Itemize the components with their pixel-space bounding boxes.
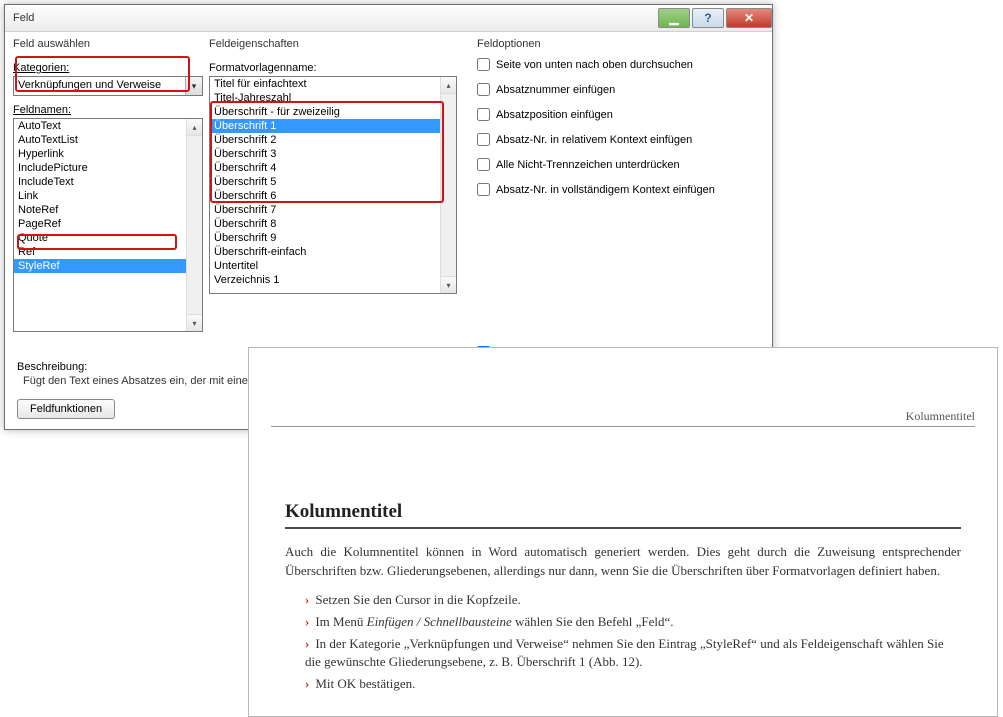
doc-paragraph: Auch die Kolumnentitel können in Word au… — [285, 543, 961, 581]
fieldfunctions-button[interactable]: Feldfunktionen — [17, 399, 115, 419]
doc-list-item: Im Menü Einfügen / Schnellbausteine wähl… — [305, 613, 961, 631]
list-item[interactable]: Titel-Jahreszahl — [210, 91, 440, 105]
doc-list-item: Setzen Sie den Cursor in die Kopfzeile. — [305, 591, 961, 609]
checkbox[interactable] — [477, 83, 490, 96]
list-item[interactable]: Überschrift 1 — [210, 119, 440, 133]
help-button[interactable]: ? — [692, 8, 724, 28]
doc-list: Setzen Sie den Cursor in die Kopfzeile. I… — [285, 591, 961, 694]
doc-list-item: In der Kategorie „Verknüpfungen und Verw… — [305, 635, 961, 671]
list-item[interactable]: Hyperlink — [14, 147, 186, 161]
option-label: Seite von unten nach oben durchsuchen — [496, 59, 693, 71]
kategorien-combo[interactable]: Verknüpfungen und Verweise — [13, 76, 203, 96]
option-checkbox[interactable]: Absatznummer einfügen — [477, 83, 764, 96]
list-item[interactable]: AutoTextList — [14, 133, 186, 147]
list-item[interactable]: Link — [14, 189, 186, 203]
list-item[interactable]: Überschrift 3 — [210, 147, 440, 161]
option-checkbox[interactable]: Alle Nicht-Trennzeichen unterdrücken — [477, 158, 764, 171]
doc-heading: Kolumnentitel — [285, 501, 961, 523]
option-label: Absatznummer einfügen — [496, 84, 615, 96]
checkbox[interactable] — [477, 58, 490, 71]
section-label: Feldoptionen — [477, 38, 764, 52]
chevron-down-icon[interactable] — [185, 77, 202, 95]
titlebar-buttons: ▁ ? ✕ — [656, 8, 772, 28]
column-options: Feldoptionen Seite von unten nach oben d… — [467, 38, 764, 359]
list-item[interactable]: Überschrift-einfach — [210, 245, 440, 259]
list-item[interactable]: Verzeichnis 1 — [210, 273, 440, 287]
option-label: Alle Nicht-Trennzeichen unterdrücken — [496, 159, 680, 171]
checkbox[interactable] — [477, 133, 490, 146]
feldnamen-listbox[interactable]: AutoTextAutoTextListHyperlinkIncludePict… — [13, 118, 203, 332]
header-field: Kolumnentitel — [906, 409, 975, 423]
section-label: Feldeigenschaften — [209, 38, 457, 52]
heading-rule — [285, 527, 961, 529]
option-checkbox[interactable]: Seite von unten nach oben durchsuchen — [477, 58, 764, 71]
list-item[interactable]: Quote — [14, 231, 186, 245]
dialog-body: Feld auswählen Kategorien: Verknüpfungen… — [5, 32, 772, 359]
option-label: Absatz-Nr. in relativem Kontext einfügen — [496, 134, 692, 146]
list-item[interactable]: Überschrift 8 — [210, 217, 440, 231]
section-label: Feld auswählen — [13, 38, 203, 52]
list-item[interactable]: AutoText — [14, 119, 186, 133]
option-label: Absatzposition einfügen — [496, 109, 613, 121]
options-group: Seite von unten nach oben durchsuchen Abs… — [477, 58, 764, 208]
close-button[interactable]: ✕ — [726, 8, 772, 28]
list-item[interactable]: IncludePicture — [14, 161, 186, 175]
document-preview: Kolumnentitel Kolumnentitel Auch die Kol… — [248, 347, 998, 717]
feldnamen-label: Feldnamen: — [13, 104, 203, 116]
checkbox[interactable] — [477, 183, 490, 196]
titlebar: Feld ▁ ? ✕ — [5, 5, 772, 32]
list-item[interactable]: Überschrift 4 — [210, 161, 440, 175]
list-item[interactable]: Ref — [14, 245, 186, 259]
window-title: Feld — [13, 12, 656, 24]
formatvorlagen-listbox[interactable]: Titel für einfachtextTitel-JahreszahlÜbe… — [209, 76, 457, 294]
list-item[interactable]: Überschrift 5 — [210, 175, 440, 189]
format-label: Formatvorlagenname: — [209, 62, 457, 74]
list-item[interactable]: NoteRef — [14, 203, 186, 217]
column-properties: Feldeigenschaften Formatvorlagenname: Ti… — [209, 38, 457, 359]
list-item[interactable]: StyleRef — [14, 259, 186, 273]
option-checkbox[interactable]: Absatzposition einfügen — [477, 108, 764, 121]
list-item[interactable]: PageRef — [14, 217, 186, 231]
list-item[interactable]: Titel für einfachtext — [210, 77, 440, 91]
list-item[interactable]: Überschrift 9 — [210, 231, 440, 245]
kategorien-label: Kategorien: — [13, 62, 203, 74]
list-item[interactable]: IncludeText — [14, 175, 186, 189]
option-label: Absatz-Nr. in vollständigem Kontext einf… — [496, 184, 715, 196]
column-select-field: Feld auswählen Kategorien: Verknüpfungen… — [13, 38, 203, 359]
kategorien-value: Verknüpfungen und Verweise — [14, 77, 185, 95]
scrollbar[interactable] — [440, 77, 456, 293]
scrollbar[interactable] — [186, 119, 202, 331]
list-item[interactable]: Überschrift 6 — [210, 189, 440, 203]
option-checkbox[interactable]: Absatz-Nr. in relativem Kontext einfügen — [477, 133, 764, 146]
list-item[interactable]: Überschrift 7 — [210, 203, 440, 217]
option-checkbox[interactable]: Absatz-Nr. in vollständigem Kontext einf… — [477, 183, 764, 196]
checkbox[interactable] — [477, 108, 490, 121]
list-item[interactable]: Überschrift 2 — [210, 133, 440, 147]
page-header: Kolumnentitel — [271, 409, 975, 427]
checkbox[interactable] — [477, 158, 490, 171]
list-item[interactable]: Untertitel — [210, 259, 440, 273]
doc-list-item: Mit OK bestätigen. — [305, 675, 961, 693]
document-body: Kolumnentitel Auch die Kolumnentitel kön… — [249, 427, 997, 716]
list-item[interactable]: Überschrift - für zweizeilig — [210, 105, 440, 119]
minimize-button[interactable]: ▁ — [658, 8, 690, 28]
